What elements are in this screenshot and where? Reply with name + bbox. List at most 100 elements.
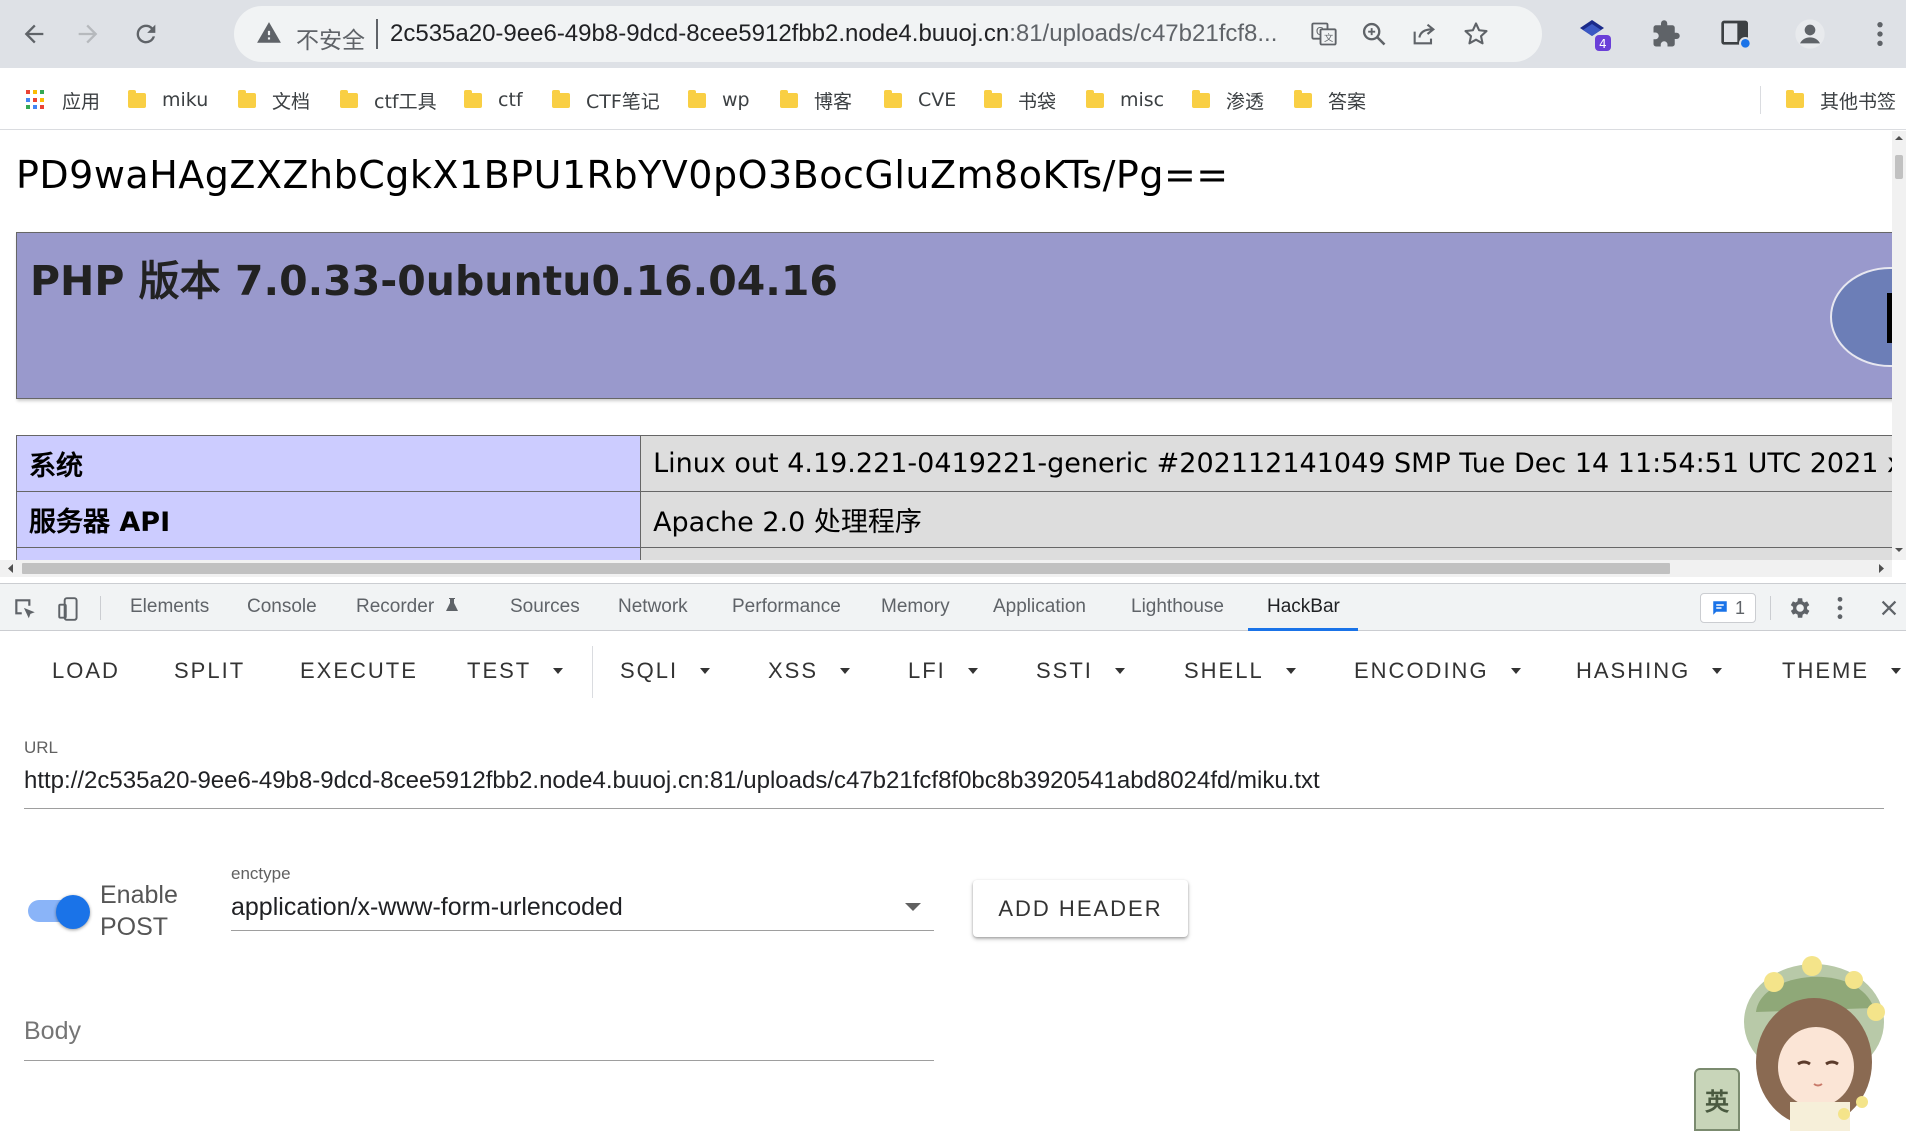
- tab-hackbar[interactable]: HackBar: [1267, 596, 1340, 618]
- dropdown-caret-icon[interactable]: [905, 903, 921, 911]
- tab-lighthouse[interactable]: Lighthouse: [1131, 596, 1224, 618]
- table-key-cell: [15, 547, 642, 560]
- bookmark-folder[interactable]: misc: [1086, 86, 1164, 114]
- body-field[interactable]: Body: [24, 1017, 81, 1046]
- folder-icon: [884, 89, 902, 108]
- tab-application[interactable]: Application: [993, 596, 1086, 618]
- close-icon[interactable]: [1878, 597, 1900, 619]
- horizontal-scrollbar[interactable]: [0, 560, 1892, 577]
- profile-avatar-icon[interactable]: [1792, 16, 1828, 52]
- warning-icon[interactable]: [256, 20, 282, 46]
- back-button[interactable]: [12, 12, 56, 56]
- scroll-up-icon[interactable]: [1892, 131, 1906, 145]
- enctype-select[interactable]: application/x-www-form-urlencoded: [231, 893, 623, 922]
- bookmark-folder[interactable]: 答案: [1294, 86, 1366, 114]
- execute-button[interactable]: EXECUTE: [300, 658, 418, 684]
- devtools-menu-icon[interactable]: [1836, 595, 1844, 621]
- theme-menu[interactable]: THEME: [1782, 658, 1901, 684]
- vertical-scroll-thumb[interactable]: [1895, 155, 1903, 179]
- bookmark-folder[interactable]: miku: [128, 86, 208, 114]
- share-icon[interactable]: [1408, 18, 1440, 50]
- ssti-label: SSTI: [1036, 658, 1093, 683]
- encoding-menu[interactable]: ENCODING: [1354, 658, 1521, 684]
- folder-icon: [340, 89, 358, 108]
- url-field[interactable]: http://2c535a20-9ee6-49b8-9dcd-8cee5912f…: [24, 767, 1320, 795]
- bookmark-folder[interactable]: 文档: [238, 86, 310, 114]
- zoom-icon[interactable]: [1358, 18, 1390, 50]
- bookmark-label: CVE: [918, 89, 957, 111]
- bookmark-folder[interactable]: wp: [688, 86, 750, 114]
- hashing-menu[interactable]: HASHING: [1576, 658, 1723, 684]
- folder-icon: [1294, 89, 1312, 108]
- tab-console[interactable]: Console: [247, 596, 317, 618]
- translate-icon[interactable]: G文: [1308, 18, 1340, 50]
- hashing-label: HASHING: [1576, 658, 1691, 683]
- inspect-element-icon[interactable]: [12, 596, 38, 622]
- folder-icon: [1786, 89, 1804, 108]
- scroll-down-icon[interactable]: [1892, 543, 1906, 557]
- url-text[interactable]: 2c535a20-9ee6-49b8-9dcd-8cee5912fbb2.nod…: [390, 20, 1277, 48]
- load-button[interactable]: LOAD: [52, 658, 120, 684]
- bookmark-other[interactable]: 其他书签: [1786, 86, 1896, 114]
- lfi-menu[interactable]: LFI: [908, 658, 978, 684]
- forward-button[interactable]: [66, 12, 110, 56]
- bookmark-label: 文档: [272, 90, 311, 113]
- tab-sources[interactable]: Sources: [510, 596, 580, 618]
- caret-down-icon: [1114, 668, 1125, 674]
- test-menu[interactable]: TEST: [467, 658, 564, 684]
- table-row: [15, 547, 1892, 560]
- bookmark-folder[interactable]: CTF笔记: [552, 86, 660, 114]
- omnibox-separator: [376, 19, 378, 49]
- bookmark-folder[interactable]: 渗透: [1192, 86, 1264, 114]
- sqli-menu[interactable]: SQLI: [620, 658, 711, 684]
- scroll-right-icon[interactable]: [1874, 560, 1888, 577]
- settings-gear-icon[interactable]: [1786, 595, 1812, 621]
- extension-badge-icon[interactable]: 4: [1578, 16, 1614, 52]
- enctype-label: enctype: [231, 864, 291, 883]
- horizontal-scroll-thumb[interactable]: [22, 563, 1670, 574]
- hackbar-form: URL http://2c535a20-9ee6-49b8-9dcd-8cee5…: [0, 711, 1906, 1131]
- insecure-label[interactable]: 不安全: [296, 21, 365, 55]
- theme-label: THEME: [1782, 658, 1869, 683]
- tab-recorder[interactable]: Recorder: [356, 596, 459, 618]
- tab-performance[interactable]: Performance: [732, 596, 841, 618]
- browser-menu-icon[interactable]: [1862, 16, 1898, 52]
- vertical-scrollbar[interactable]: [1892, 131, 1906, 560]
- address-bar[interactable]: 不安全 2c535a20-9ee6-49b8-9dcd-8cee5912fbb2…: [234, 6, 1542, 62]
- tab-memory[interactable]: Memory: [881, 596, 950, 618]
- tab-elements[interactable]: Elements: [130, 596, 209, 618]
- side-panel-icon[interactable]: [1718, 16, 1754, 52]
- bookmark-folder[interactable]: 博客: [780, 86, 852, 114]
- enctype-underline: [231, 930, 934, 931]
- svg-text:文: 文: [1324, 32, 1333, 44]
- issues-badge[interactable]: 1: [1700, 593, 1756, 623]
- device-toolbar-icon[interactable]: [56, 596, 82, 622]
- bookmark-label: miku: [162, 89, 209, 111]
- devtools-separator: [100, 596, 101, 620]
- bookmark-apps[interactable]: 应用: [26, 86, 100, 114]
- shell-menu[interactable]: SHELL: [1184, 658, 1296, 684]
- bookmark-folder[interactable]: ctf工具: [340, 86, 437, 114]
- bookmark-folder[interactable]: ctf: [464, 86, 523, 114]
- bookmark-label: misc: [1120, 89, 1165, 111]
- reload-button[interactable]: [124, 12, 168, 56]
- folder-icon: [1086, 89, 1104, 108]
- add-header-button[interactable]: ADD HEADER: [973, 880, 1188, 937]
- bookmark-folder[interactable]: 书袋: [984, 86, 1056, 114]
- ssti-menu[interactable]: SSTI: [1036, 658, 1125, 684]
- scroll-left-icon[interactable]: [4, 560, 18, 577]
- star-icon[interactable]: [1460, 18, 1492, 50]
- bookmark-folder[interactable]: CVE: [884, 86, 956, 114]
- xss-menu[interactable]: XSS: [768, 658, 851, 684]
- caret-down-icon: [553, 668, 564, 674]
- bookmark-label: 书袋: [1018, 90, 1057, 113]
- hackbar-separator: [592, 646, 593, 698]
- split-button[interactable]: SPLIT: [174, 658, 245, 684]
- table-row: 服务器 API Apache 2.0 处理程序: [15, 491, 1892, 548]
- extensions-puzzle-icon[interactable]: [1648, 16, 1684, 52]
- ime-indicator[interactable]: 英: [1694, 1068, 1740, 1131]
- bookmark-label: ctf工具: [374, 90, 437, 113]
- enable-post-toggle[interactable]: [56, 895, 90, 929]
- tab-network[interactable]: Network: [618, 596, 688, 618]
- bookmark-label: 渗透: [1226, 90, 1265, 113]
